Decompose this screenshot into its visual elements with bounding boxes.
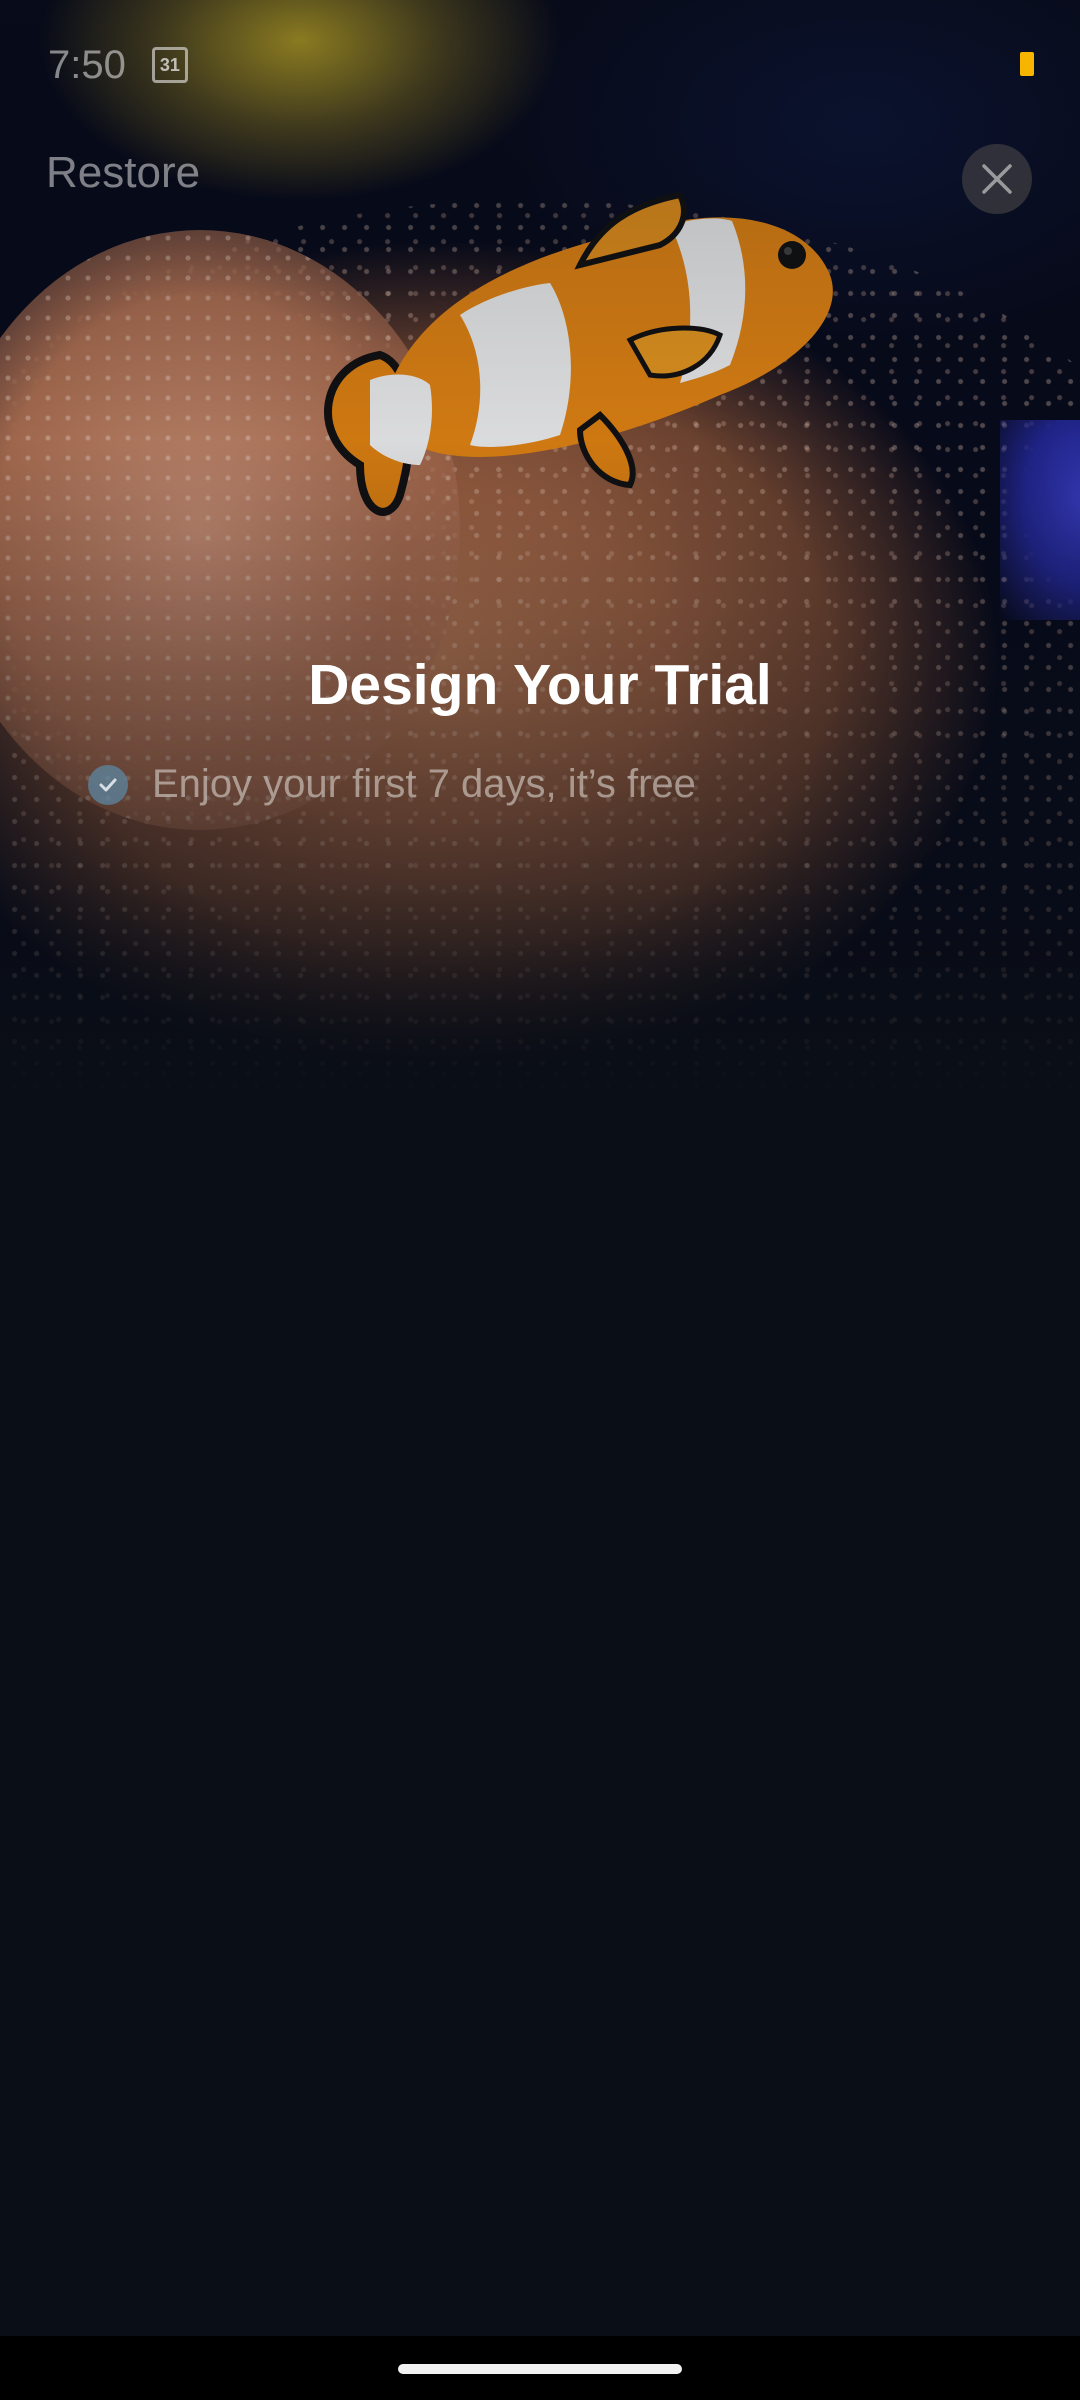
close-icon bbox=[982, 164, 1012, 194]
calendar-icon: 31 bbox=[151, 47, 188, 83]
benefit-text: Enjoy your first 7 days, it’s free bbox=[152, 762, 696, 806]
page-title: Design Your Trial bbox=[308, 653, 772, 717]
restore-button[interactable]: Restore bbox=[46, 148, 200, 198]
home-indicator[interactable] bbox=[398, 2364, 682, 2374]
status-time: 7:50 bbox=[48, 42, 126, 87]
benefit-item: Enjoy your first 7 days, it’s free bbox=[88, 762, 696, 807]
battery-icon bbox=[1020, 52, 1034, 76]
close-button[interactable] bbox=[962, 144, 1032, 214]
check-circle-icon bbox=[88, 764, 128, 805]
status-bar: 7:50 31 bbox=[0, 0, 1080, 130]
